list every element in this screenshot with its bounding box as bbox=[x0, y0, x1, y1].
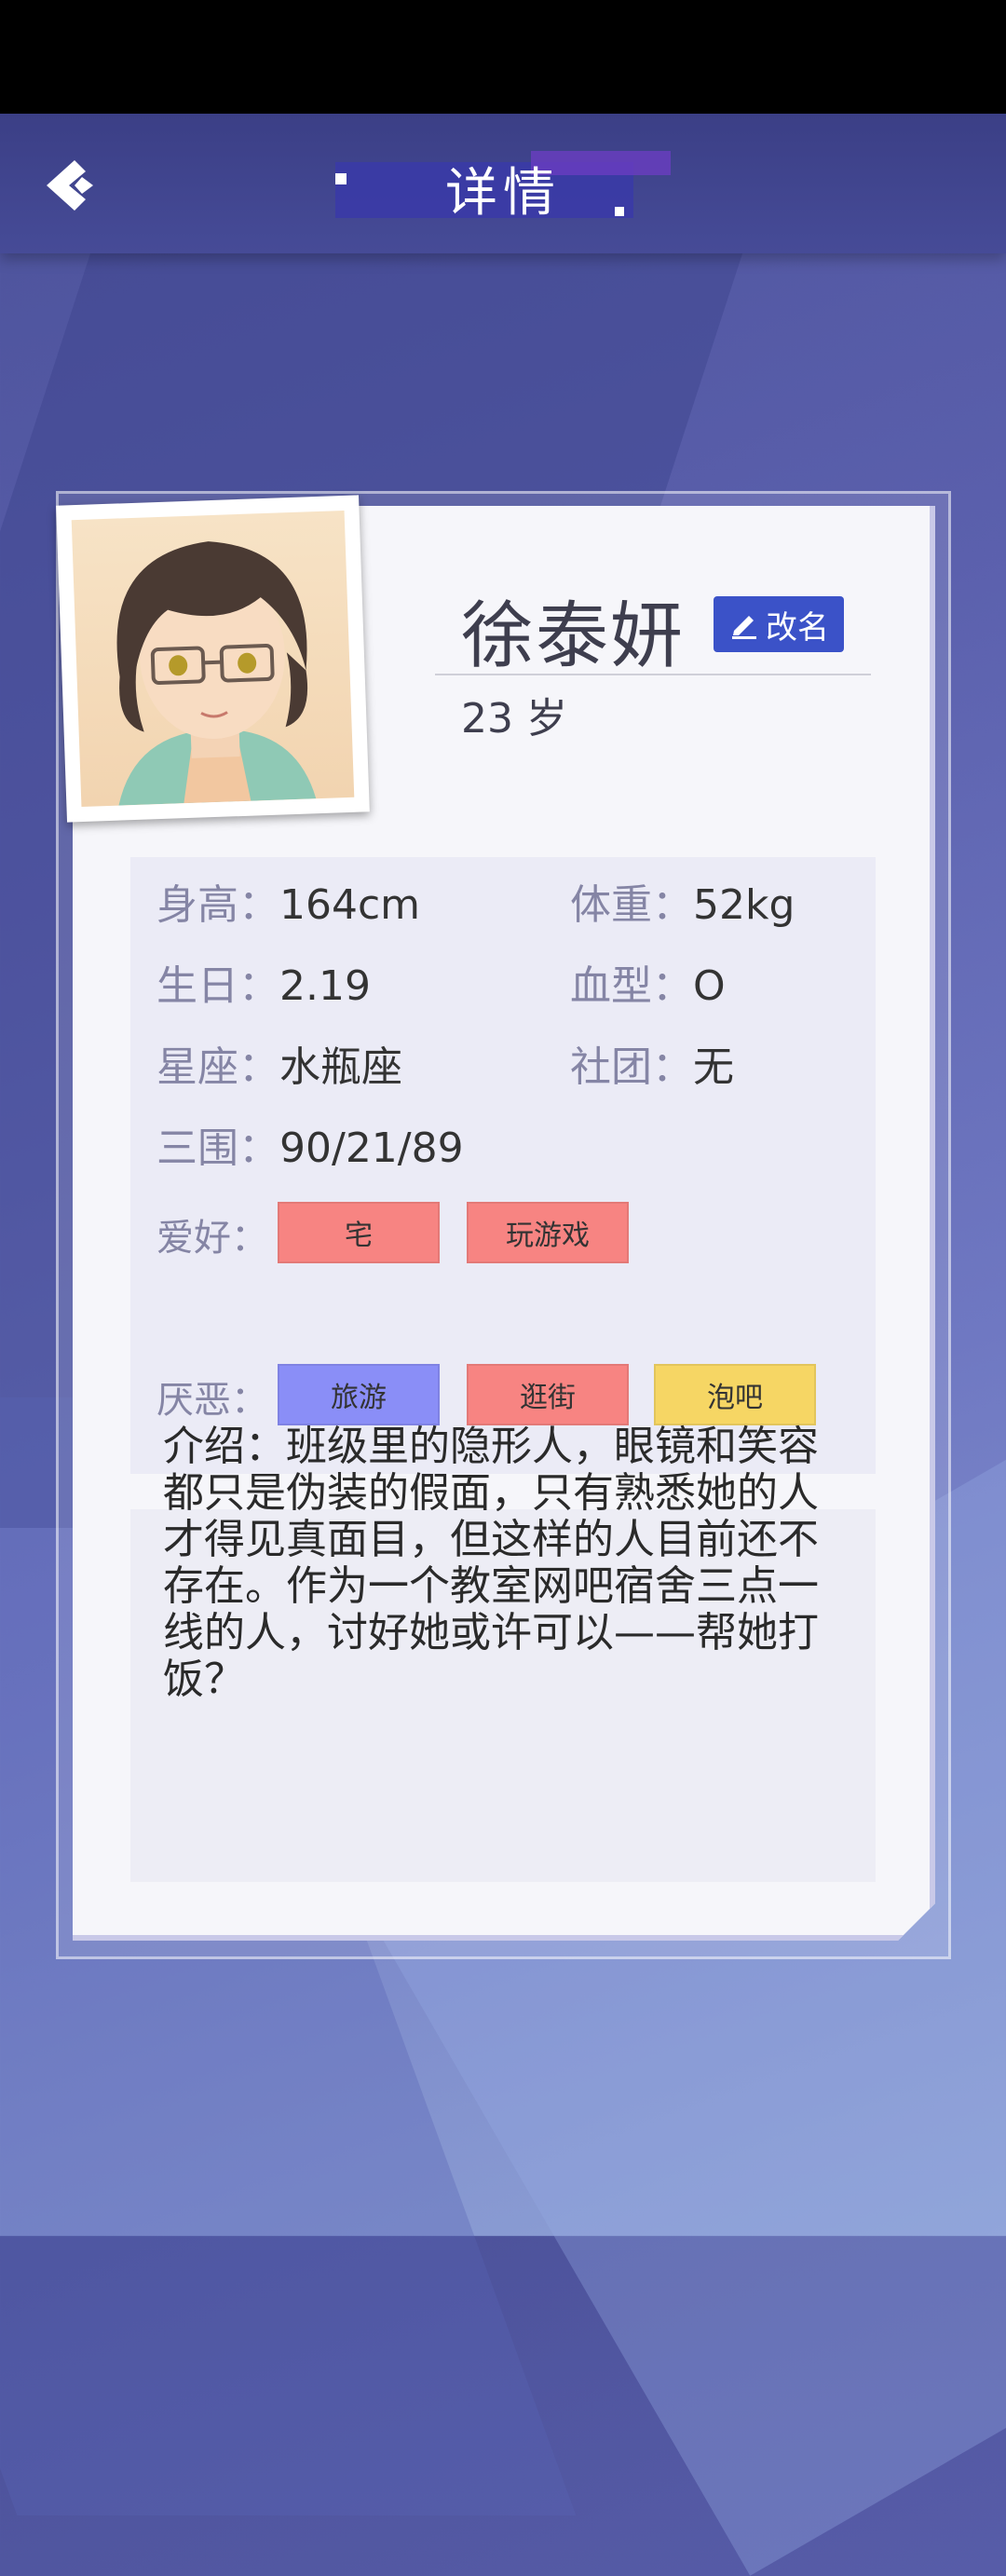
character-intro: 介绍：班级里的隐形人，眼镜和笑容都只是伪装的假面，只有熟悉她的人才得见真面目，但… bbox=[163, 1423, 819, 1703]
rename-label: 改名 bbox=[766, 608, 829, 647]
header-bar: 详情 bbox=[0, 114, 1006, 253]
dislike-tag: 逛街 bbox=[467, 1364, 629, 1425]
hobby-tag: 宅 bbox=[278, 1202, 440, 1263]
club-value: 无 bbox=[693, 1043, 734, 1091]
dislike-tag: 泡吧 bbox=[654, 1364, 816, 1425]
weight-row: 体重：52kg bbox=[570, 871, 795, 931]
constellation-row: 星座：水瓶座 bbox=[156, 1033, 402, 1093]
club-label: 社团： bbox=[570, 1043, 693, 1091]
name-divider bbox=[435, 674, 871, 675]
birthday-row: 生日：2.19 bbox=[156, 952, 371, 1012]
character-portrait-icon bbox=[116, 541, 317, 806]
height-value: 164cm bbox=[279, 881, 421, 929]
page-title: 详情 bbox=[445, 163, 561, 224]
weight-value: 52kg bbox=[693, 881, 795, 929]
birthday-label: 生日： bbox=[156, 962, 279, 1010]
blood-row: 血型：O bbox=[570, 952, 726, 1012]
measurements-value: 90/21/89 bbox=[279, 1124, 464, 1172]
portrait-photo bbox=[56, 495, 370, 823]
dislike-tag: 旅游 bbox=[278, 1364, 440, 1425]
hobby-tag: 玩游戏 bbox=[467, 1202, 629, 1263]
weight-label: 体重： bbox=[570, 881, 693, 929]
height-row: 身高：164cm bbox=[156, 871, 420, 931]
status-bar bbox=[0, 0, 1006, 114]
dislikes-label: 厌恶： bbox=[156, 1379, 268, 1422]
constellation-value: 水瓶座 bbox=[279, 1043, 402, 1091]
height-label: 身高： bbox=[156, 881, 279, 929]
measurements-label: 三围： bbox=[156, 1124, 279, 1172]
rename-button[interactable]: 改名 bbox=[714, 596, 844, 652]
club-row: 社团：无 bbox=[570, 1033, 734, 1093]
edit-icon bbox=[732, 616, 756, 639]
hobbies-label: 爱好： bbox=[156, 1217, 268, 1260]
birthday-value: 2.19 bbox=[279, 962, 371, 1010]
blood-label: 血型： bbox=[570, 962, 693, 1010]
character-age: 23 岁 bbox=[461, 695, 567, 743]
measurements-row: 三围：90/21/89 bbox=[156, 1114, 464, 1174]
character-name: 徐泰妍 bbox=[461, 594, 686, 678]
blood-value: O bbox=[693, 962, 726, 1010]
constellation-label: 星座： bbox=[156, 1043, 279, 1091]
